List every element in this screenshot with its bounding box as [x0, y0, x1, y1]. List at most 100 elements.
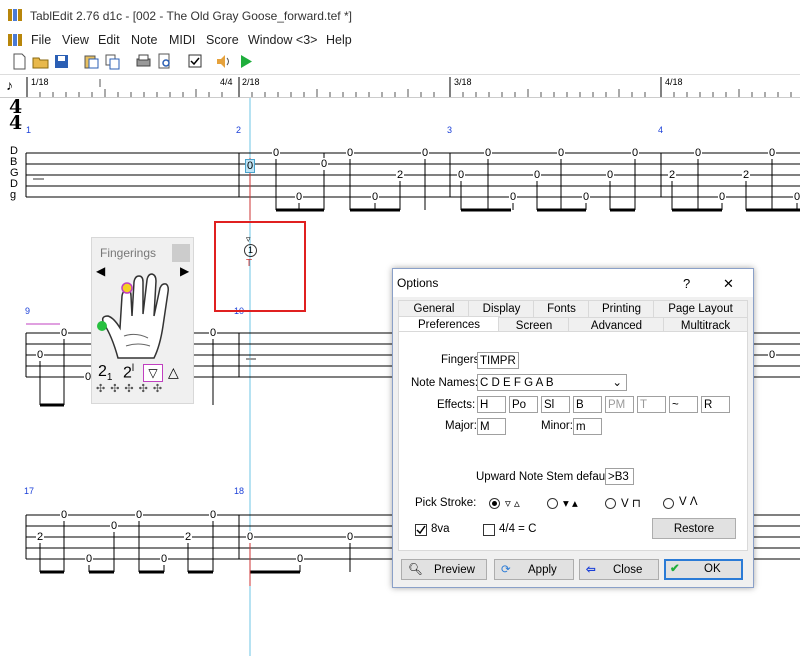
- effect-pulloff-input[interactable]: Po: [509, 396, 538, 413]
- menu-view[interactable]: View: [62, 33, 89, 47]
- options-dialog[interactable]: Options ? ✕ General Display Fonts Printi…: [392, 268, 754, 588]
- fret-number[interactable]: 0: [36, 349, 45, 361]
- up-stroke-button[interactable]: △: [168, 364, 179, 381]
- checkbox-icon[interactable]: [187, 53, 204, 70]
- tab-general[interactable]: General: [398, 300, 470, 317]
- fret-number[interactable]: 0: [793, 191, 800, 203]
- common-time-checkbox[interactable]: [483, 524, 495, 536]
- fret-number[interactable]: 0: [631, 147, 640, 159]
- help-button[interactable]: ?: [683, 276, 690, 291]
- apply-button[interactable]: ⟳ Apply: [494, 559, 574, 580]
- fret-number[interactable]: 2: [742, 169, 751, 181]
- preview-label: Preview: [434, 564, 475, 576]
- fret-number[interactable]: 0: [457, 169, 466, 181]
- fret-number[interactable]: 0: [371, 191, 380, 203]
- pick-stroke-radio-1[interactable]: [547, 498, 558, 509]
- fret-number[interactable]: 0: [209, 327, 218, 339]
- tab-fonts[interactable]: Fonts: [533, 300, 590, 317]
- fret-number[interactable]: 0: [60, 327, 69, 339]
- menu-note[interactable]: Note: [131, 33, 157, 47]
- stem-default-input[interactable]: >B3: [605, 468, 634, 485]
- preview-button[interactable]: 🔍︎ Preview: [401, 559, 487, 580]
- octave-checkbox[interactable]: [415, 524, 427, 536]
- fingers-input[interactable]: TIMPR: [477, 352, 519, 369]
- doc-icon[interactable]: [8, 33, 24, 47]
- selected-note[interactable]: 0: [245, 159, 256, 173]
- copy-icon[interactable]: [104, 53, 121, 70]
- tab-page-layout[interactable]: Page Layout: [653, 300, 748, 317]
- fret-number[interactable]: 0: [295, 191, 304, 203]
- paste-icon[interactable]: [83, 53, 100, 70]
- fret-number[interactable]: 0: [110, 520, 119, 532]
- fret-number[interactable]: 0: [606, 169, 615, 181]
- speaker-icon[interactable]: [215, 53, 232, 70]
- close-button[interactable]: ⇦ Close: [579, 559, 659, 580]
- fret-number[interactable]: 0: [484, 147, 493, 159]
- print-icon[interactable]: [135, 53, 152, 70]
- thumb-mark[interactable]: 2l: [123, 363, 134, 382]
- menu-file[interactable]: File: [31, 33, 51, 47]
- play-icon[interactable]: [238, 53, 255, 70]
- effect-tap-input[interactable]: T: [637, 396, 666, 413]
- fret-number[interactable]: 2: [36, 531, 45, 543]
- effect-slide-input[interactable]: Sl: [541, 396, 570, 413]
- fret-number[interactable]: 0: [296, 553, 305, 565]
- fret-number[interactable]: 0: [135, 509, 144, 521]
- menu-score[interactable]: Score: [206, 33, 239, 47]
- pick-stroke-radio-2[interactable]: [605, 498, 616, 509]
- open-folder-icon[interactable]: [32, 53, 49, 70]
- fret-number[interactable]: 0: [533, 169, 542, 181]
- pick-stroke-radio-3[interactable]: [663, 498, 674, 509]
- fret-number[interactable]: 0: [768, 147, 777, 159]
- fret-number[interactable]: 0: [768, 349, 777, 361]
- effect-bend-input[interactable]: B: [573, 396, 602, 413]
- effect-vibrato-input[interactable]: ~: [669, 396, 698, 413]
- fret-number[interactable]: 0: [582, 191, 591, 203]
- new-file-icon[interactable]: [11, 53, 28, 70]
- fret-number[interactable]: 0: [694, 147, 703, 159]
- close-icon[interactable]: ✕: [723, 276, 734, 292]
- fret-number[interactable]: 0: [509, 191, 518, 203]
- fret-number[interactable]: 0: [246, 531, 255, 543]
- major-label: Major:: [445, 420, 477, 432]
- fret-number[interactable]: 0: [85, 553, 94, 565]
- effect-release-input[interactable]: R: [701, 396, 730, 413]
- fret-number[interactable]: 2: [668, 169, 677, 181]
- fret-number[interactable]: 0: [320, 158, 329, 170]
- fingerings-palette[interactable]: Fingerings ◀ ▶ 21 2l ▽ △ ✣✣✣✣✣: [91, 237, 194, 404]
- fret-number[interactable]: 2: [396, 169, 405, 181]
- minor-input[interactable]: m: [573, 418, 602, 435]
- fret-number[interactable]: 0: [346, 531, 355, 543]
- fret-number[interactable]: 0: [718, 191, 727, 203]
- print-preview-icon[interactable]: [156, 53, 173, 70]
- fret-number[interactable]: 0: [421, 147, 430, 159]
- fret-number[interactable]: 2: [184, 531, 193, 543]
- menu-help[interactable]: Help: [326, 33, 352, 47]
- timeline-ruler[interactable]: ♪ 1/18 4/4 2/18 3/18 4/18: [0, 75, 800, 98]
- save-icon[interactable]: [53, 53, 70, 70]
- fret-number[interactable]: 0: [346, 147, 355, 159]
- ok-button[interactable]: ✔ OK: [664, 559, 743, 580]
- fret-number[interactable]: 0: [60, 509, 69, 521]
- string-markers[interactable]: ✣✣✣✣✣: [96, 382, 167, 395]
- tab-printing[interactable]: Printing: [588, 300, 655, 317]
- restore-button[interactable]: Restore: [652, 518, 736, 539]
- preview-icon: 🔍︎: [408, 564, 423, 576]
- effect-palm-mute-input[interactable]: PM: [605, 396, 634, 413]
- fret-number[interactable]: 0: [557, 147, 566, 159]
- effect-hammer-input[interactable]: H: [477, 396, 506, 413]
- hand-icon[interactable]: [96, 266, 188, 362]
- pick-stroke-radio-0[interactable]: [489, 498, 500, 509]
- fret-number[interactable]: 0: [209, 509, 218, 521]
- tab-display[interactable]: Display: [468, 300, 535, 317]
- thumb-mark[interactable]: 21: [98, 363, 112, 383]
- major-input[interactable]: M: [477, 418, 506, 435]
- menu-midi[interactable]: MIDI: [169, 33, 195, 47]
- down-stroke-button[interactable]: ▽: [143, 364, 163, 382]
- menu-edit[interactable]: Edit: [98, 33, 120, 47]
- note-names-select[interactable]: C D E F G A B ⌄: [477, 374, 627, 391]
- fret-number[interactable]: 0: [160, 553, 169, 565]
- palette-close-button[interactable]: [172, 244, 190, 262]
- fret-number[interactable]: 0: [272, 147, 281, 159]
- menu-window[interactable]: Window <3>: [248, 33, 317, 47]
